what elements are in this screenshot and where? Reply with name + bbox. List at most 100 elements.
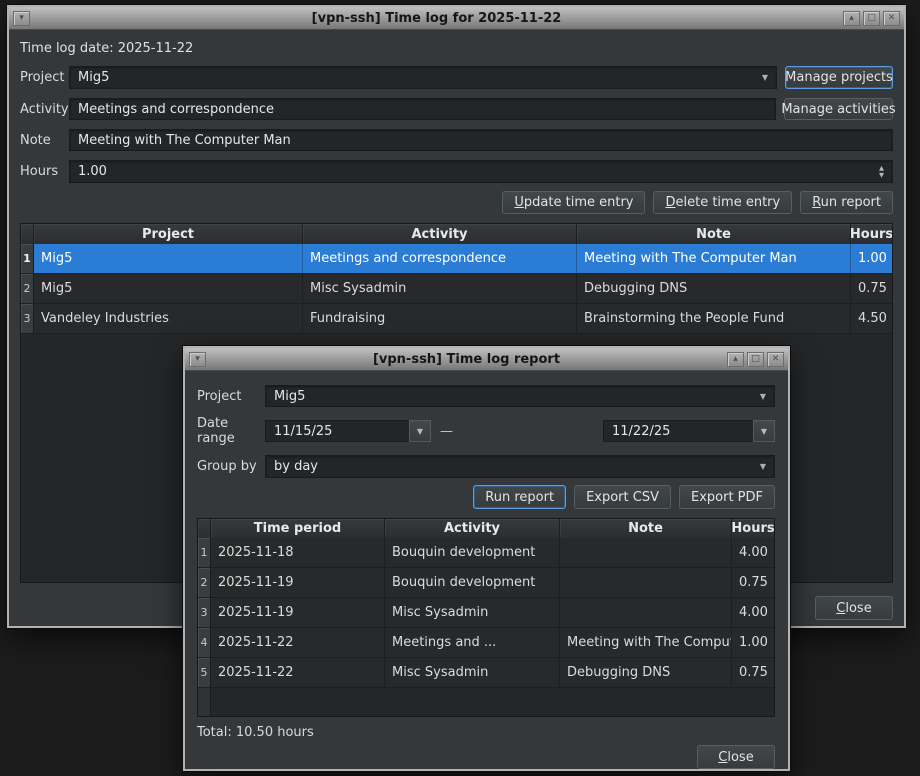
maximize-icon[interactable]: □	[863, 11, 880, 26]
chevron-down-icon: ▼	[760, 392, 766, 401]
row-number[interactable]: 3	[198, 598, 211, 627]
row-number[interactable]: 2	[198, 568, 211, 597]
group-by-label: Group by	[197, 459, 265, 474]
dialog-close-button[interactable]: Close	[697, 745, 775, 769]
report-dialog-client: Project Mig5 ▼ Date range 11/15/25 ▼ — 1…	[185, 385, 788, 769]
total-hours-label: Total: 10.50 hours	[197, 723, 775, 743]
manage-activities-button[interactable]: Manage activities	[784, 98, 893, 120]
export-pdf-button[interactable]: Export PDF	[679, 485, 775, 509]
spinner-arrows: ▲ ▼	[879, 165, 884, 178]
hours-spinbox[interactable]: 1.00 ▲ ▼	[69, 160, 893, 183]
cell-hours: 0.75	[732, 568, 774, 597]
main-window-titlebar[interactable]: ▾ [vpn-ssh] Time log for 2025-11-22 ▴ □ …	[9, 7, 904, 30]
date-from-value: 11/15/25	[265, 420, 409, 442]
cell-period: 2025-11-19	[211, 568, 385, 597]
row-number[interactable]: 5	[198, 658, 211, 687]
shade-icon[interactable]: ▴	[727, 352, 744, 367]
maximize-icon[interactable]: □	[747, 352, 764, 367]
cell-note: Meeting with The Computer Man	[577, 244, 851, 273]
report-row[interactable]: 5 2025-11-22 Misc Sysadmin Debugging DNS…	[198, 658, 774, 688]
header-time-period[interactable]: Time period	[211, 519, 385, 538]
cell-note	[560, 598, 732, 627]
window-controls: ▴ □ ✕	[727, 352, 784, 367]
cell-hours: 1.00	[851, 244, 892, 273]
header-project[interactable]: Project	[34, 224, 303, 244]
row-number[interactable]: 4	[198, 628, 211, 657]
table-row[interactable]: 3 Vandeley Industries Fundraising Brains…	[21, 304, 892, 334]
update-time-entry-button[interactable]: Update time entry	[502, 191, 645, 214]
row-number[interactable]: 2	[21, 274, 34, 303]
shade-icon[interactable]: ▴	[843, 11, 860, 26]
table-row[interactable]: 2 Mig5 Misc Sysadmin Debugging DNS 0.75	[21, 274, 892, 304]
date-to-picker[interactable]: 11/22/25 ▼	[603, 420, 775, 442]
delete-time-entry-button[interactable]: Delete time entry	[653, 191, 792, 214]
date-from-picker[interactable]: 11/15/25 ▼	[265, 420, 431, 442]
header-activity[interactable]: Activity	[385, 519, 560, 538]
header-hours[interactable]: Hours	[732, 519, 774, 538]
cell-activity: Fundraising	[303, 304, 577, 333]
date-to-value: 11/22/25	[603, 420, 753, 442]
cell-note: Debugging DNS	[577, 274, 851, 303]
close-button[interactable]: Close	[815, 596, 893, 620]
report-row[interactable]: 2 2025-11-19 Bouquin development 0.75	[198, 568, 774, 598]
corner-header-cell	[21, 224, 34, 244]
activity-input-value: Meetings and correspondence	[78, 102, 767, 117]
row-number[interactable]: 1	[198, 538, 211, 567]
cell-period: 2025-11-22	[211, 628, 385, 657]
report-row[interactable]: 4 2025-11-22 Meetings and ... Meeting wi…	[198, 628, 774, 658]
table-row[interactable]: 1 Mig5 Meetings and correspondence Meeti…	[21, 244, 892, 274]
note-input[interactable]: Meeting with The Computer Man	[69, 129, 893, 151]
manage-projects-button[interactable]: Manage projects	[785, 66, 893, 89]
date-range-label: Date range	[197, 416, 265, 446]
export-csv-button[interactable]: Export CSV	[574, 485, 671, 509]
close-icon[interactable]: ✕	[883, 11, 900, 26]
close-icon[interactable]: ✕	[767, 352, 784, 367]
note-label: Note	[20, 133, 69, 148]
cell-activity: Bouquin development	[385, 568, 560, 597]
note-input-value: Meeting with The Computer Man	[78, 133, 884, 148]
spin-down-icon[interactable]: ▼	[879, 172, 884, 178]
report-table-header[interactable]: Time period Activity Note Hours	[198, 519, 774, 538]
cell-hours: 0.75	[851, 274, 892, 303]
run-report-button[interactable]: Run report	[800, 191, 893, 214]
cell-note	[560, 538, 732, 567]
cell-project: Mig5	[34, 274, 303, 303]
header-note[interactable]: Note	[560, 519, 732, 538]
cell-hours: 1.00	[732, 628, 774, 657]
project-combobox[interactable]: Mig5 ▼	[69, 66, 777, 89]
report-row[interactable]: 3 2025-11-19 Misc Sysadmin 4.00	[198, 598, 774, 628]
header-activity[interactable]: Activity	[303, 224, 577, 244]
window-controls: ▴ □ ✕	[843, 11, 900, 26]
header-note[interactable]: Note	[577, 224, 851, 244]
activity-input[interactable]: Meetings and correspondence	[69, 98, 776, 120]
cell-period: 2025-11-18	[211, 538, 385, 567]
time-log-date-label: Time log date: 2025-11-22	[20, 40, 893, 58]
time-entries-table-header[interactable]: Project Activity Note Hours	[21, 224, 892, 244]
row-number-strip	[198, 688, 211, 716]
cell-hours: 4.00	[732, 598, 774, 627]
window-menu-icon[interactable]: ▾	[189, 352, 206, 367]
row-number[interactable]: 3	[21, 304, 34, 333]
date-range-separator: —	[440, 424, 453, 439]
report-row[interactable]: 1 2025-11-18 Bouquin development 4.00	[198, 538, 774, 568]
group-by-value: by day	[274, 459, 754, 474]
report-dialog-titlebar[interactable]: ▾ [vpn-ssh] Time log report ▴ □ ✕	[185, 348, 788, 371]
report-dialog-title: [vpn-ssh] Time log report	[206, 352, 727, 367]
chevron-down-icon: ▼	[760, 462, 766, 471]
cell-hours: 4.50	[851, 304, 892, 333]
hours-spinbox-value: 1.00	[78, 164, 879, 179]
report-project-combobox[interactable]: Mig5 ▼	[265, 385, 775, 407]
calendar-dropdown-icon[interactable]: ▼	[753, 420, 775, 442]
report-project-label: Project	[197, 389, 265, 404]
main-window-title: [vpn-ssh] Time log for 2025-11-22	[30, 11, 843, 26]
cell-activity: Misc Sysadmin	[385, 598, 560, 627]
dialog-run-report-button[interactable]: Run report	[473, 485, 566, 509]
group-by-combobox[interactable]: by day ▼	[265, 455, 775, 478]
calendar-dropdown-icon[interactable]: ▼	[409, 420, 431, 442]
window-menu-icon[interactable]: ▾	[13, 11, 30, 26]
report-table: Time period Activity Note Hours 1 2025-1…	[197, 518, 775, 717]
cell-hours: 0.75	[732, 658, 774, 687]
row-number[interactable]: 1	[21, 244, 34, 273]
header-hours[interactable]: Hours	[851, 224, 892, 244]
cell-activity: Meetings and ...	[385, 628, 560, 657]
